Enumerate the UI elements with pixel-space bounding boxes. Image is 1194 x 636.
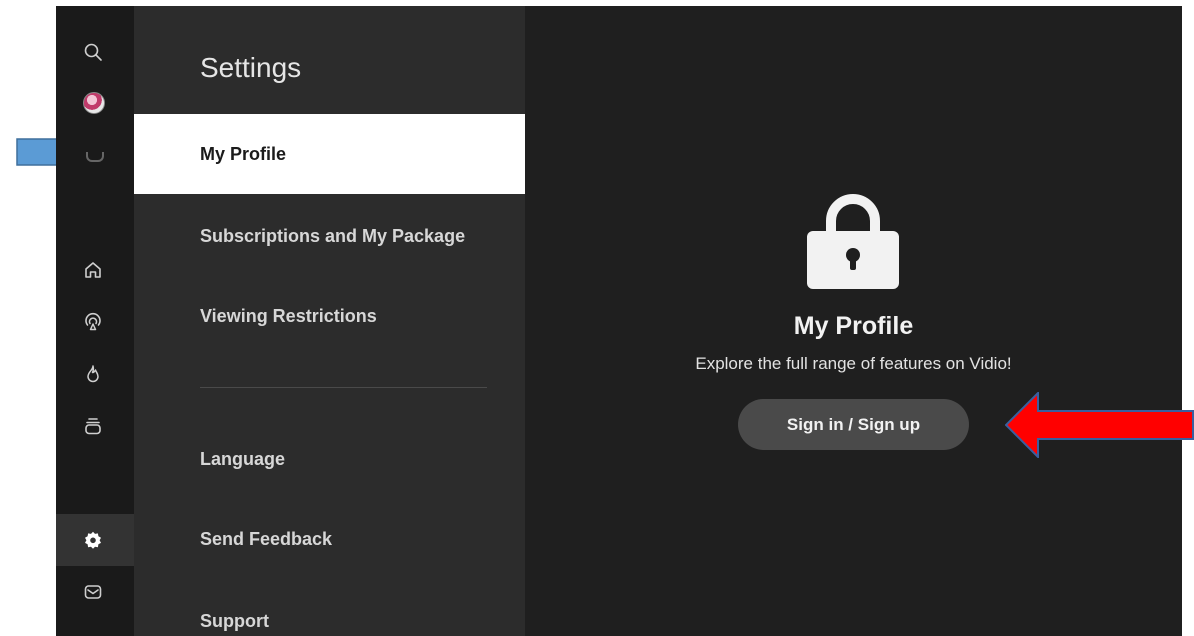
faded-icon [86,152,104,162]
menu-item-language[interactable]: Language [134,419,525,499]
sidebar-rail [56,6,134,636]
lock-icon [807,194,899,289]
avatar[interactable] [83,92,105,114]
home-icon[interactable] [81,258,105,282]
subscriptions-icon[interactable] [81,414,105,438]
menu-item-label: Viewing Restrictions [200,305,377,326]
tv-app-screen: Settings My Profile Subscriptions and My… [56,6,1182,636]
mail-icon[interactable] [81,580,105,604]
menu-item-send-feedback[interactable]: Send Feedback [134,499,525,579]
profile-description: Explore the full range of features on Vi… [695,354,1012,373]
menu-item-subscriptions[interactable]: Subscriptions and My Package [134,196,525,276]
sign-in-button[interactable]: Sign in / Sign up [738,399,969,450]
menu-divider [200,387,487,388]
settings-menu: Settings My Profile Subscriptions and My… [134,6,525,636]
menu-item-label: Language [200,448,286,469]
menu-item-support[interactable]: Support [134,581,525,636]
fire-icon[interactable] [81,362,105,386]
settings-icon[interactable] [81,528,105,552]
menu-item-label: Send Feedback [200,528,333,549]
menu-item-viewing-restrictions[interactable]: Viewing Restrictions [134,276,525,356]
live-icon[interactable] [81,310,105,334]
menu-item-my-profile[interactable]: My Profile [134,114,525,194]
menu-item-label: Subscriptions and My Package [200,225,466,246]
profile-panel: My Profile Explore the full range of fea… [525,6,1182,636]
menu-item-label: My Profile [200,143,287,164]
page-title: Settings [200,52,302,83]
menu-item-label: Support [200,610,269,631]
red-annotation-arrow-icon [1005,392,1194,458]
profile-title: My Profile [793,312,914,340]
search-icon[interactable] [81,40,105,64]
